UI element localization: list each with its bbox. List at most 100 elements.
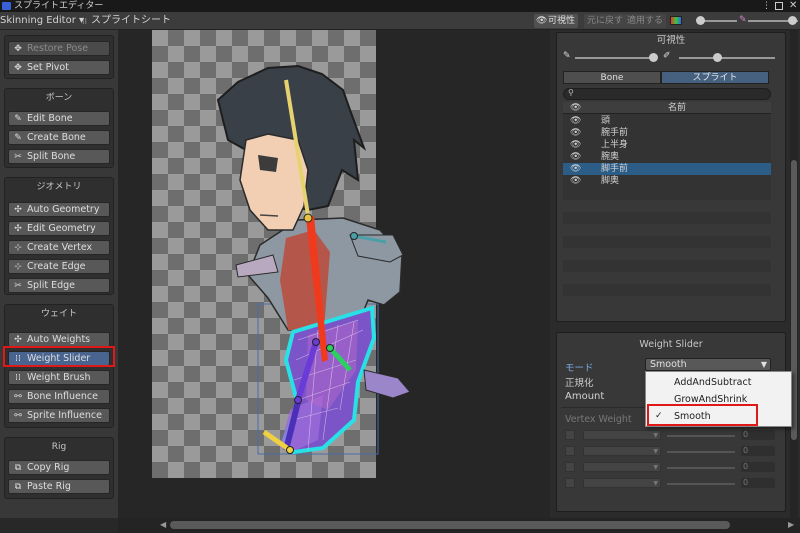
- dropdown-option-label: AddAndSubtract: [674, 377, 752, 388]
- vertex-weight-slider[interactable]: [667, 467, 735, 469]
- list-item[interactable]: 👁 脚奥: [563, 175, 771, 187]
- geometry-group-title: ジオメトリ: [36, 182, 82, 192]
- eye-icon[interactable]: 👁: [570, 163, 582, 175]
- visibility-toggle[interactable]: 👁 可視性: [534, 14, 579, 28]
- rig-group-title: Rig: [51, 442, 67, 452]
- bone-joint: [350, 232, 358, 240]
- window-menu-icon[interactable]: ⋮: [762, 0, 771, 12]
- maximize-icon[interactable]: [775, 2, 783, 10]
- vertex-weight-slider[interactable]: [667, 451, 735, 453]
- create-edge-icon: ⊹: [14, 262, 22, 272]
- auto-weights-button[interactable]: ✣ Auto Weights: [8, 332, 110, 347]
- bone-joint: [326, 344, 334, 352]
- list-item[interactable]: 👁 腕奥: [563, 151, 771, 163]
- list-item[interactable]: 👁 腕手前: [563, 127, 771, 139]
- vertex-weight-value[interactable]: 0: [741, 462, 775, 472]
- auto-geometry-button[interactable]: ✣ Auto Geometry: [8, 202, 110, 217]
- edit-geometry-icon: ✣: [14, 224, 22, 234]
- bone-joint: [312, 338, 320, 346]
- window-title-bar: スプライトエディター ⋮ ✕: [0, 0, 800, 12]
- sprite-influence-button[interactable]: ⚯ Sprite Influence: [8, 408, 110, 423]
- eye-icon[interactable]: 👁: [570, 115, 582, 127]
- bone-opacity-track[interactable]: [575, 57, 655, 59]
- mouth-line: [259, 214, 279, 217]
- revert-button[interactable]: 元に戻す: [584, 14, 627, 28]
- eye-icon[interactable]: 👁: [570, 175, 582, 187]
- smooth-option-highlight: [647, 404, 758, 426]
- vertex-weight-row: ▼ 0: [557, 430, 777, 442]
- layer-name: 上半身: [601, 140, 629, 150]
- eye-shape: [258, 155, 278, 172]
- eye-icon[interactable]: 👁: [570, 127, 582, 139]
- vertex-weight-slider[interactable]: [667, 435, 735, 437]
- create-vertex-button[interactable]: ⊹ Create Vertex: [8, 240, 110, 255]
- vertex-weight-value[interactable]: 0: [741, 478, 775, 488]
- bone-opacity-handle[interactable]: [649, 53, 658, 62]
- auto-geometry-label: Auto Geometry: [27, 204, 100, 215]
- set-pivot-button[interactable]: ✥ Set Pivot: [8, 60, 110, 75]
- vertex-weight-slider[interactable]: [667, 483, 735, 485]
- create-bone-label: Create Bone: [27, 132, 86, 143]
- edit-bone-button[interactable]: ✎ Edit Bone: [8, 111, 110, 126]
- sprite-opacity-track[interactable]: [679, 57, 775, 59]
- close-icon[interactable]: ✕: [789, 0, 797, 12]
- character-sprite[interactable]: [118, 30, 550, 518]
- bone-influence-button[interactable]: ⚯ Bone Influence: [8, 389, 110, 404]
- color-mode-icon[interactable]: [670, 16, 682, 25]
- vertex-weight-bone-dropdown[interactable]: ▼: [583, 430, 661, 440]
- shoe-shape: [363, 369, 411, 399]
- scroll-right-icon[interactable]: ▶: [788, 520, 794, 529]
- column-name: 名前: [668, 103, 687, 113]
- split-edge-icon: ✂: [14, 281, 22, 291]
- list-item[interactable]: 👁 上半身: [563, 139, 771, 151]
- tab-sprite[interactable]: スプライト: [661, 71, 769, 84]
- weight-slider-title: Weight Slider: [639, 339, 703, 350]
- list-item[interactable]: 👁 頭: [563, 115, 771, 127]
- eye-icon[interactable]: 👁: [570, 151, 582, 163]
- restore-pose-icon: ✥: [14, 44, 22, 54]
- split-bone-button[interactable]: ✂ Split Bone: [8, 149, 110, 164]
- restore-pose-button[interactable]: ✥ Restore Pose: [8, 41, 110, 56]
- sprite-sheet-icon: ⁝⁝: [82, 17, 88, 26]
- vertex-weight-checkbox[interactable]: [565, 446, 575, 456]
- copy-rig-button[interactable]: ⧉ Copy Rig: [8, 460, 110, 475]
- vertex-weight-checkbox[interactable]: [565, 462, 575, 472]
- eye-icon[interactable]: 👁: [570, 139, 582, 151]
- scroll-left-icon[interactable]: ◀: [160, 520, 166, 529]
- window-title: スプライトエディター: [14, 1, 104, 11]
- scroll-thumb[interactable]: [170, 521, 730, 529]
- brush-slider-handle[interactable]: [788, 16, 797, 25]
- layer-list: 👁 名前 👁 頭 👁 腕手前 👁 上半身 👁 腕奥 👁 脚手前 👁 脚奥: [563, 102, 771, 307]
- paste-rig-button[interactable]: ⧉ Paste Rig: [8, 479, 110, 494]
- copy-rig-icon: ⧉: [14, 463, 22, 473]
- sprite-opacity-handle[interactable]: [713, 53, 722, 62]
- weight-brush-button[interactable]: ⁞⁞ Weight Brush: [8, 370, 110, 385]
- bone-influence-icon: ⚯: [14, 392, 22, 402]
- mode-dropdown[interactable]: Smooth ▼: [645, 358, 771, 371]
- vertex-weight-row: ▼ 0: [557, 478, 777, 490]
- split-edge-button[interactable]: ✂ Split Edge: [8, 278, 110, 293]
- create-vertex-label: Create Vertex: [27, 242, 93, 253]
- editor-toolbar: Skinning Editor ▾ ⁝⁝ スプライトシート 👁 可視性 元に戻す…: [0, 12, 800, 30]
- pose-group: ✥ Restore Pose ✥ Set Pivot: [4, 35, 114, 79]
- list-item-selected[interactable]: 👁 脚手前: [563, 163, 771, 175]
- vertex-weight-bone-dropdown[interactable]: ▼: [583, 446, 661, 456]
- search-field[interactable]: ⚲: [563, 88, 771, 100]
- apply-button[interactable]: 適用する: [624, 14, 667, 28]
- vertex-weight-bone-dropdown[interactable]: ▼: [583, 478, 661, 488]
- vertex-weight-checkbox[interactable]: [565, 430, 575, 440]
- horizontal-scrollbar[interactable]: ◀ ▶: [118, 518, 800, 533]
- sprite-sheet-button[interactable]: スプライトシート: [91, 12, 171, 30]
- module-dropdown[interactable]: Skinning Editor ▾: [0, 12, 84, 30]
- layer-name: 腕手前: [601, 128, 629, 138]
- dropdown-option-add-and-subtract[interactable]: AddAndSubtract: [646, 374, 791, 391]
- edit-geometry-button[interactable]: ✣ Edit Geometry: [8, 221, 110, 236]
- tab-bone[interactable]: Bone: [563, 71, 661, 84]
- vertex-weight-checkbox[interactable]: [565, 478, 575, 488]
- create-edge-button[interactable]: ⊹ Create Edge: [8, 259, 110, 274]
- vertex-weight-bone-dropdown[interactable]: ▼: [583, 462, 661, 472]
- vertex-weight-value[interactable]: 0: [741, 446, 775, 456]
- vertex-weight-value[interactable]: 0: [741, 430, 775, 440]
- zoom-slider-handle[interactable]: [696, 16, 705, 25]
- create-bone-button[interactable]: ✎ Create Bone: [8, 130, 110, 145]
